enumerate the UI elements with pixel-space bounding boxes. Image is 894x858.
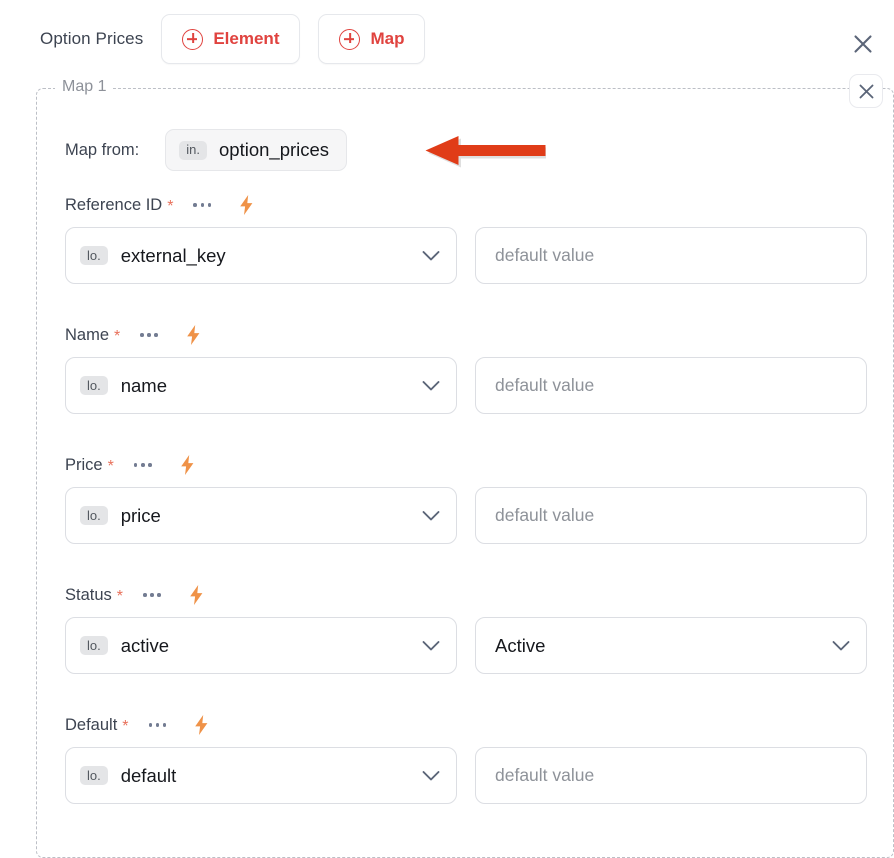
ellipsis-icon[interactable]: [193, 203, 212, 207]
field-label: Reference ID: [65, 195, 163, 214]
source-field-select[interactable]: lo. external_key: [65, 227, 457, 284]
field-header: Status *: [65, 584, 867, 606]
default-value-input[interactable]: default value: [475, 227, 867, 284]
chevron-down-icon: [422, 250, 440, 261]
source-field-select[interactable]: lo. default: [65, 747, 457, 804]
map-group: Map 1 Map from: in. option_prices Refere…: [36, 74, 894, 858]
ellipsis-icon[interactable]: [140, 333, 159, 337]
chevron-down-icon: [422, 770, 440, 781]
add-element-button[interactable]: Element: [161, 14, 301, 64]
source-scope-tag: lo.: [80, 766, 108, 785]
source-field-select[interactable]: lo. active: [65, 617, 457, 674]
plus-circle-icon: [339, 28, 361, 50]
lightning-bolt-icon: [187, 325, 200, 345]
field-controls: lo. external_key default value: [65, 227, 867, 284]
ellipsis-icon[interactable]: [133, 463, 152, 467]
field-label: Name: [65, 325, 110, 344]
lightning-bolt-icon: [240, 195, 253, 215]
lightning-bolt-icon[interactable]: [194, 715, 209, 735]
close-icon: [854, 35, 872, 53]
source-field-value: default: [120, 764, 177, 786]
source-scope-tag: lo.: [80, 246, 108, 265]
lightning-bolt-icon[interactable]: [180, 455, 195, 475]
lightning-bolt-icon: [189, 585, 203, 605]
field-controls: lo. active Active: [65, 617, 867, 674]
field-row: Reference ID * lo. external_key default …: [65, 194, 867, 284]
add-map-button[interactable]: Map: [318, 14, 426, 64]
field-row: Status * lo. active Active: [65, 584, 867, 674]
source-scope-tag: lo.: [80, 506, 108, 525]
required-marker: *: [107, 458, 114, 475]
default-value-placeholder: default value: [495, 765, 595, 785]
field-row: Price * lo. price default value: [65, 454, 867, 544]
lightning-bolt-icon: [180, 455, 194, 475]
chevron-down-icon: [422, 640, 440, 651]
default-value-placeholder: default value: [495, 505, 595, 525]
field-label: Price: [65, 455, 103, 474]
field-controls: lo. price default value: [65, 487, 867, 544]
default-value-input[interactable]: default value: [475, 747, 867, 804]
field-header: Price *: [65, 454, 867, 476]
source-field-select[interactable]: lo. price: [65, 487, 457, 544]
target-value-select[interactable]: Active: [475, 617, 867, 674]
source-field-value: price: [120, 504, 161, 526]
remove-map-button[interactable]: [849, 74, 883, 108]
field-header: Reference ID *: [65, 194, 867, 216]
source-field-select[interactable]: lo. name: [65, 357, 457, 414]
lightning-bolt-icon[interactable]: [186, 325, 201, 345]
chevron-down-icon: [422, 510, 440, 521]
close-panel-button[interactable]: [846, 27, 880, 61]
map-from-value: option_prices: [219, 139, 330, 160]
panel-header: Option Prices Element Map: [0, 0, 894, 78]
source-scope-tag: in.: [179, 140, 208, 160]
add-element-label: Element: [213, 29, 280, 48]
map-group-legend: Map 1: [55, 78, 114, 96]
field-header: Name *: [65, 324, 867, 346]
target-value: Active: [495, 634, 546, 656]
source-field-value: name: [120, 374, 168, 396]
map-from-source-chip[interactable]: in. option_prices: [165, 129, 348, 171]
plus-circle-icon: [182, 28, 204, 50]
source-scope-tag: lo.: [80, 376, 108, 395]
required-marker: *: [167, 198, 174, 215]
source-field-value: external_key: [120, 244, 226, 266]
field-controls: lo. default default value: [65, 747, 867, 804]
default-value-placeholder: default value: [495, 245, 595, 265]
source-field-value: active: [120, 634, 170, 656]
add-map-label: Map: [370, 29, 405, 48]
field-controls: lo. name default value: [65, 357, 867, 414]
ellipsis-icon[interactable]: [143, 593, 161, 597]
required-marker: *: [122, 718, 129, 735]
page-title: Option Prices: [40, 29, 144, 48]
source-scope-tag: lo.: [80, 636, 108, 655]
map-from-row: Map from: in. option_prices: [65, 129, 348, 171]
required-marker: *: [116, 588, 124, 605]
ellipsis-icon[interactable]: [148, 723, 167, 727]
close-icon: [859, 84, 873, 98]
chevron-down-icon: [832, 640, 850, 651]
map-from-label: Map from:: [65, 140, 140, 159]
default-value-placeholder: default value: [495, 375, 595, 395]
field-label: Status: [65, 585, 112, 604]
field-header: Default *: [65, 714, 867, 736]
lightning-bolt-icon[interactable]: [189, 585, 204, 605]
field-row: Name * lo. name default value: [65, 324, 867, 414]
default-value-input[interactable]: default value: [475, 487, 867, 544]
lightning-bolt-icon[interactable]: [239, 195, 254, 215]
default-value-input[interactable]: default value: [475, 357, 867, 414]
chevron-down-icon: [422, 380, 440, 391]
field-label: Default: [65, 715, 118, 734]
field-row: Default * lo. default default value: [65, 714, 867, 804]
required-marker: *: [114, 328, 121, 345]
lightning-bolt-icon: [195, 715, 208, 735]
